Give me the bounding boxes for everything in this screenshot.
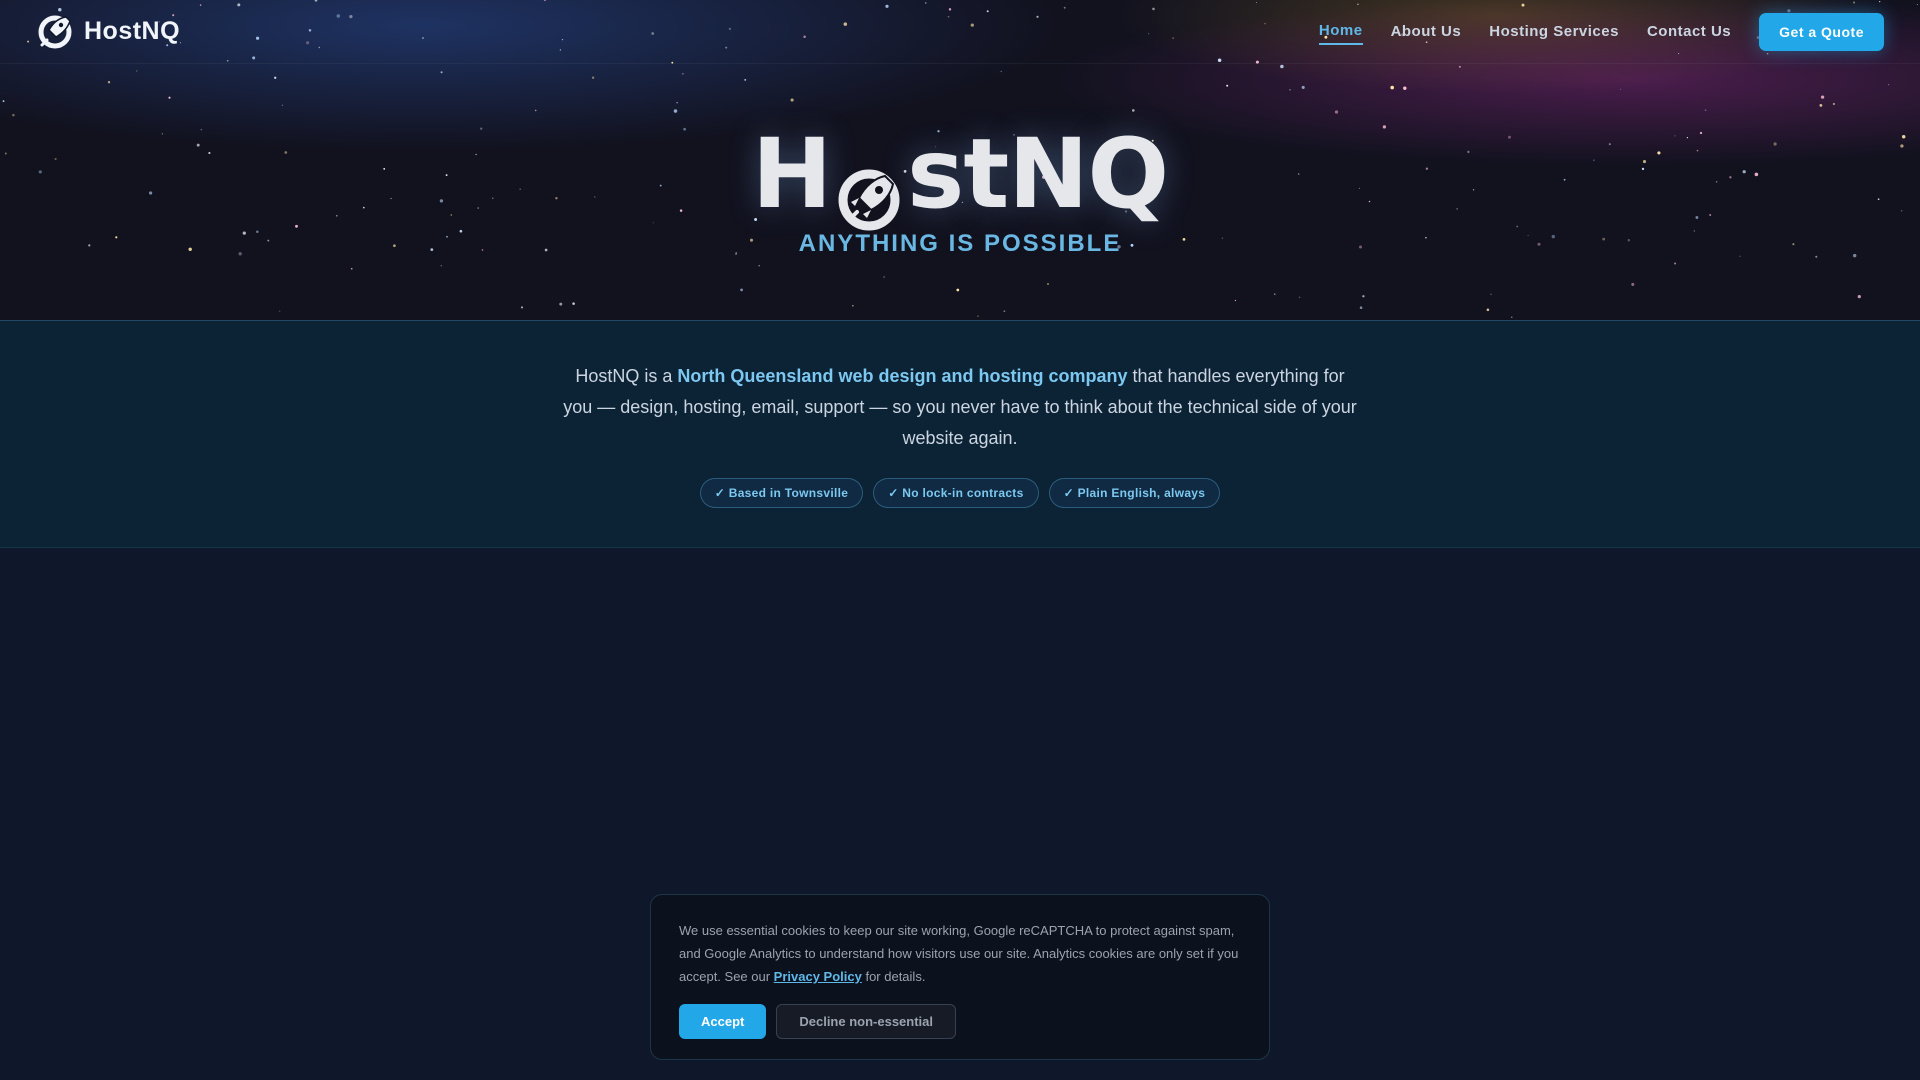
badge-plain-english: ✓ Plain English, always [1048,478,1221,508]
hero-tagline: ANYTHING IS POSSIBLE [798,230,1122,257]
brand-name: HostNQ [84,17,181,45]
star [1362,295,1365,298]
cookie-text: We use essential cookies to keep our sit… [679,919,1241,988]
star [1359,306,1363,309]
star [744,78,747,81]
star [1334,110,1339,114]
star [1298,296,1301,299]
rocket-icon [835,145,903,231]
star [1888,84,1890,86]
badge-based-in-townsville: ✓ Based in Townsville [699,478,864,508]
get-a-quote-button[interactable]: Get a Quote [1759,12,1884,51]
star [168,96,171,99]
intro-section: HostNQ is a North Queensland web design … [0,320,1920,548]
feature-badges: ✓ Based in Townsville ✓ No lock-in contr… [0,478,1920,508]
star [977,315,979,317]
star [1511,316,1513,318]
wordmark-suffix: stNQ [907,118,1169,230]
star [758,264,760,267]
star [1280,64,1284,69]
star [440,265,443,267]
hero-wordmark: H stNQ [751,118,1169,231]
star [534,109,537,112]
wordmark-prefix: H [751,118,832,230]
nav-about-us[interactable]: About Us [1391,19,1462,44]
star [1486,308,1490,312]
star [520,306,524,309]
star [1390,85,1394,90]
hero-logo: H stNQ [0,118,1920,231]
badge-no-lock-in: ✓ No lock-in contracts [873,478,1039,508]
star [1234,299,1237,302]
intro-text: HostNQ is a North Queensland web design … [560,361,1360,454]
decline-cookies-button[interactable]: Decline non-essential [776,1004,957,1039]
star [1301,85,1305,89]
star [1832,102,1835,106]
nav-links: Home About Us Hosting Services Contact U… [1318,12,1884,51]
star [852,305,854,307]
cookie-banner: We use essential cookies to keep our sit… [650,894,1270,1060]
brand-link[interactable]: HostNQ [36,13,180,51]
star [1631,282,1635,286]
star [1003,310,1006,313]
star [1820,95,1825,99]
star [1047,283,1049,285]
star [790,98,794,102]
star [1289,89,1291,91]
privacy-policy-link[interactable]: Privacy Policy [774,969,862,984]
star [1226,84,1229,87]
star [1620,88,1622,90]
nav-home[interactable]: Home [1318,18,1363,45]
star [350,267,353,270]
accept-cookies-button[interactable]: Accept [679,1004,767,1039]
star [2,100,5,103]
nav-contact-us[interactable]: Contact Us [1647,19,1731,44]
star [136,70,138,72]
star [682,72,684,75]
star [274,76,277,79]
star [440,71,443,74]
star [572,302,575,305]
intro-text-before: HostNQ is a [575,366,678,386]
star [956,288,960,292]
star [279,310,281,312]
cookie-text-before: We use essential cookies to keep our sit… [679,923,1239,984]
star [1674,262,1677,265]
nav-hosting-services[interactable]: Hosting Services [1489,19,1619,44]
star [1704,109,1707,112]
star [1458,65,1461,68]
rocket-icon [36,13,74,51]
star [1819,103,1823,107]
navbar: HostNQ Home About Us Hosting Services Co… [0,0,1920,64]
star [676,101,678,104]
intro-highlight: North Queensland web design and hosting … [677,366,1128,386]
star [12,113,15,117]
star [883,276,885,278]
cookie-text-after: for details. [861,969,926,984]
cookie-actions: Accept Decline non-essential [679,1004,1241,1039]
star [1490,293,1492,295]
star [1131,109,1135,112]
star [673,109,678,113]
star [107,81,111,84]
star [1857,294,1861,299]
star [591,76,595,79]
star [281,104,284,106]
star [740,288,743,292]
star [1403,86,1407,90]
star [1000,70,1002,73]
star [559,302,563,306]
star [1274,293,1276,295]
